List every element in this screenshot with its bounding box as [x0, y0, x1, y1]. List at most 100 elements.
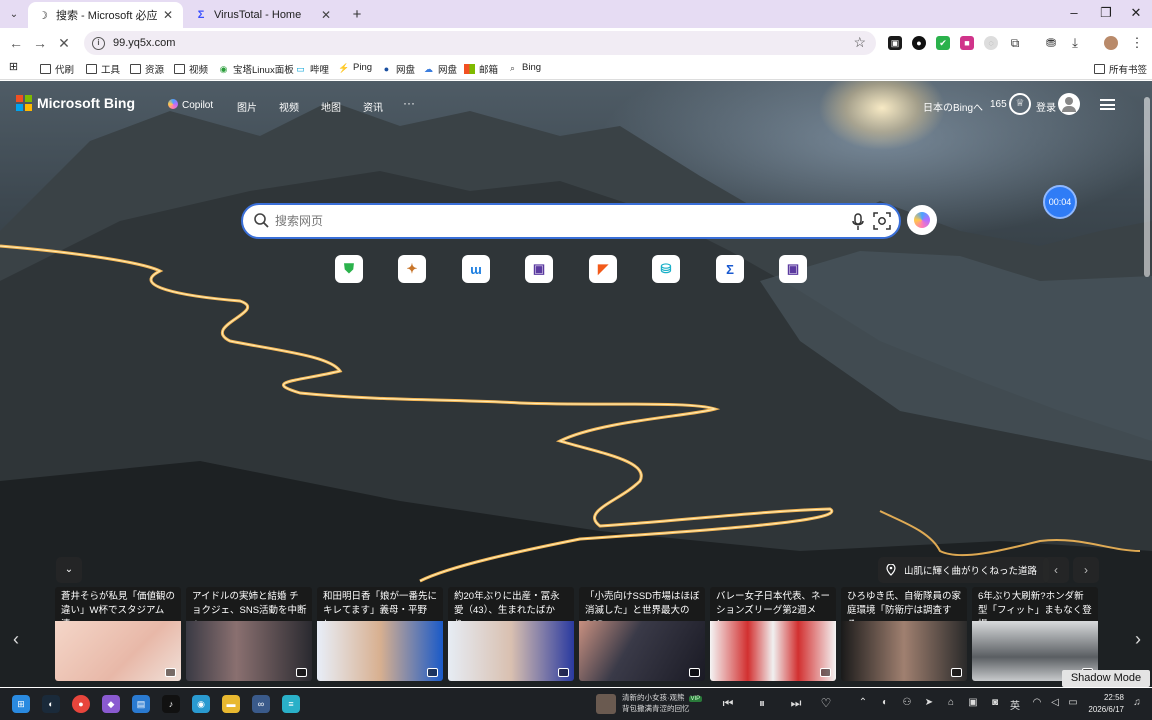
visual-search-icon[interactable] — [873, 212, 891, 230]
tab-virustotal[interactable]: Σ VirusTotal - Home ✕ — [186, 2, 341, 28]
previous-image-button[interactable]: ‹ — [1043, 557, 1069, 583]
nav-videos[interactable]: 视频 — [279, 99, 299, 114]
quicklink-virustotal[interactable]: Σ — [716, 255, 744, 283]
bookmark-folder[interactable]: 资源 — [130, 62, 164, 76]
show-hidden-icons[interactable]: ⌃ — [856, 697, 870, 708]
shield-extension-icon[interactable]: ✔ — [936, 36, 950, 50]
image-caption[interactable]: 山肌に輝く曲がりくねった道路 — [878, 557, 1050, 583]
wifi-icon[interactable]: ◠ — [1030, 697, 1044, 708]
region-link[interactable]: 日本のBingへ — [923, 99, 983, 114]
news-card[interactable]: 6年ぶり大刷新?ホンダ新型「フィット」まもなく登場… — [972, 587, 1098, 681]
news-card[interactable]: アイドルの実姉と結婚 チョクジェ、SNS活動を中断へ… — [186, 587, 312, 681]
folder-icon[interactable]: ▬ — [222, 695, 240, 713]
app-icon[interactable]: ∞ — [252, 695, 270, 713]
news-next-arrow[interactable]: › — [1130, 629, 1146, 650]
nav-images[interactable]: 图片 — [237, 99, 257, 114]
notification-bell-icon[interactable]: ♫ — [1130, 697, 1144, 708]
bookmark-folder[interactable]: 工具 — [86, 62, 120, 76]
puzzle-extensions-icon[interactable]: ⧉ — [1008, 36, 1022, 50]
site-info-icon[interactable]: i — [92, 36, 105, 50]
address-bar[interactable]: i 99.yq5x.com ☆ — [84, 31, 876, 55]
media-widget[interactable]: 清新的小女孩·观熊 VIP 背包撒满青涩的回忆 — [596, 693, 703, 714]
tray-icon[interactable]: ⚇ — [900, 697, 914, 708]
system-clock[interactable]: 22:58 2026/6/17 — [1082, 692, 1124, 716]
extension-icon[interactable]: ▣ — [888, 36, 902, 50]
timer-badge[interactable]: 00:04 — [1043, 185, 1077, 219]
bookmark-link[interactable]: ⚡ Ping — [338, 62, 372, 73]
bookmark-folder[interactable]: 代刷 — [40, 62, 74, 76]
bookmark-link[interactable]: ◉ 宝塔Linux面板 — [218, 62, 294, 76]
nav-news[interactable]: 资讯 — [363, 99, 383, 114]
quicklink-tile[interactable]: ◤ — [589, 255, 617, 283]
all-bookmarks-button[interactable]: 所有书签 — [1094, 62, 1147, 76]
bookmark-link[interactable]: ☁ 网盘 — [423, 62, 457, 76]
telegram-icon[interactable]: ➤ — [922, 697, 936, 708]
nav-maps[interactable]: 地图 — [321, 99, 341, 114]
app-icon[interactable]: ▤ — [132, 695, 150, 713]
collections-icon[interactable]: ⛃ — [1044, 36, 1058, 50]
bookmark-star-icon[interactable]: ☆ — [853, 34, 866, 51]
rewards-points[interactable]: 165 — [990, 99, 1007, 110]
new-tab-button[interactable]: + — [348, 6, 366, 23]
nav-more[interactable]: ··· — [403, 96, 415, 110]
battery-icon[interactable]: ▭ — [1066, 697, 1080, 708]
restore-icon[interactable]: ❐ — [1098, 5, 1114, 21]
apps-grid-icon[interactable]: ⊞ — [8, 62, 23, 73]
next-image-button[interactable]: › — [1073, 557, 1099, 583]
copilot-button[interactable] — [907, 205, 937, 235]
start-icon[interactable]: ⊞ — [12, 695, 30, 713]
next-track-icon[interactable]: ⏭ — [788, 696, 804, 711]
close-window-icon[interactable]: ✕ — [1128, 5, 1144, 21]
profile-avatar[interactable] — [1104, 36, 1118, 50]
quicklink-tile[interactable]: ▣ — [779, 255, 807, 283]
search-input[interactable] — [275, 211, 835, 231]
quicklink-tile[interactable]: ⛁ — [652, 255, 680, 283]
notepad-icon[interactable]: ≡ — [282, 695, 300, 713]
extension-icon[interactable]: ■ — [960, 36, 974, 50]
close-tab-icon[interactable]: ✕ — [161, 8, 175, 22]
quicklink-tile[interactable]: ✦ — [398, 255, 426, 283]
scrollbar-thumb[interactable] — [1144, 97, 1150, 277]
tray-icon[interactable]: ⌂ — [944, 697, 958, 708]
bookmark-link[interactable]: ▭ 哔哩 — [295, 62, 329, 76]
quicklink-shield[interactable]: ⛊ — [335, 255, 363, 283]
extension-icon[interactable]: ● — [912, 36, 926, 50]
signin-link[interactable]: 登录 — [1036, 99, 1056, 114]
stop-loading-icon[interactable]: ✕ — [55, 34, 73, 52]
collapse-feed-button[interactable]: ⌄ — [56, 557, 82, 583]
tray-icon[interactable]: ◙ — [988, 697, 1002, 708]
news-card[interactable]: 約20年ぶりに出産・冨永愛（43）、生まれたばかり… — [448, 587, 574, 681]
news-card[interactable]: ひろゆき氏、自衛隊員の家庭環境「防衛庁は調査する… — [841, 587, 967, 681]
news-card[interactable]: 和田明日香「娘が一番先にキレてます」義母・平野レ… — [317, 587, 443, 681]
heart-icon[interactable]: ♡ — [818, 696, 834, 710]
quicklink-tile[interactable]: ▣ — [525, 255, 553, 283]
more-menu-icon[interactable]: ⋮ — [1130, 36, 1144, 50]
news-card[interactable]: 「小売向けSSD市場はほぼ消滅した」と世界最大のSSD… — [579, 587, 705, 681]
tiktok-icon[interactable]: ♪ — [162, 695, 180, 713]
rewards-icon[interactable]: ♕ — [1009, 93, 1031, 115]
bookmark-link[interactable]: ⌕ Bing — [507, 62, 541, 73]
news-card[interactable]: バレー女子日本代表、ネーションズリーグ第2週メン… — [710, 587, 836, 681]
extension-icon[interactable]: ◌ — [984, 36, 998, 50]
close-tab-icon[interactable]: ✕ — [319, 8, 333, 22]
download-icon[interactable]: ⤓ — [1068, 36, 1082, 50]
news-prev-arrow[interactable]: ‹ — [8, 629, 24, 650]
minimize-icon[interactable]: – — [1066, 5, 1082, 20]
steam-tray-icon[interactable]: ◐ — [878, 697, 892, 708]
hamburger-menu-icon[interactable] — [1100, 99, 1115, 110]
bookmark-link[interactable]: ● 网盘 — [381, 62, 415, 76]
quicklink-tile[interactable]: ɯ — [462, 255, 490, 283]
bookmark-folder[interactable]: 视频 — [174, 62, 208, 76]
page-scrollbar[interactable] — [1144, 87, 1150, 687]
chrome-icon[interactable]: ● — [72, 695, 90, 713]
search-box[interactable] — [241, 203, 901, 239]
news-card[interactable]: 蒼井そらが私見「価値観の違い」W杯でスタジアム清… — [55, 587, 181, 681]
microphone-icon[interactable] — [851, 213, 865, 231]
app-icon[interactable]: ◆ — [102, 695, 120, 713]
volume-icon[interactable]: ◁ — [1048, 697, 1062, 708]
tab-bing[interactable]: ☽ 搜索 - Microsoft 必应 ✕ — [28, 2, 183, 28]
user-avatar[interactable] — [1058, 93, 1080, 115]
forward-icon[interactable]: → — [31, 34, 49, 52]
tab-search-button[interactable]: ⌄ — [4, 4, 24, 24]
back-icon[interactable]: ← — [7, 34, 25, 52]
